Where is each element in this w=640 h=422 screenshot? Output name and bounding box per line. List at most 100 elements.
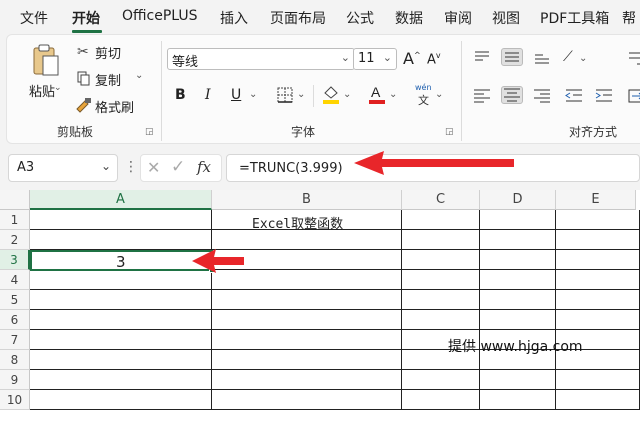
paste-dropdown-icon[interactable]: ⌄ [54,83,62,93]
menu-page-layout[interactable]: 页面布局 [270,8,326,28]
underline-dropdown-icon[interactable]: ⌄ [249,89,257,100]
cell-e10[interactable] [556,390,640,410]
align-top-button[interactable] [471,49,493,67]
clipboard-launcher-icon[interactable]: ◲ [145,127,154,137]
more-options-icon[interactable]: ⋮ [124,159,138,175]
cell-e1[interactable] [556,210,640,230]
column-header-a[interactable]: A [30,190,212,210]
fill-color-icon[interactable] [321,83,341,109]
align-center-button[interactable] [501,86,523,104]
cell-a8[interactable] [30,350,212,370]
insert-function-icon[interactable]: fx [197,158,211,176]
wrap-text-button[interactable] [627,49,640,67]
cell-a1[interactable] [30,210,212,230]
cancel-icon[interactable]: ✕ [147,158,160,177]
cell-a10[interactable] [30,390,212,410]
cell-c6[interactable] [402,310,480,330]
cell-e4[interactable] [556,270,640,290]
cell-c4[interactable] [402,270,480,290]
menu-insert[interactable]: 插入 [220,8,248,28]
menu-view[interactable]: 视图 [492,8,520,28]
row-header-5[interactable]: 5 [0,290,30,310]
cell-e6[interactable] [556,310,640,330]
cell-d1[interactable] [480,210,556,230]
column-header-d[interactable]: D [480,190,556,210]
row-header-6[interactable]: 6 [0,310,30,330]
phonetic-dropdown-icon[interactable]: ⌄ [435,89,443,100]
font-size-select[interactable]: 11 ⌄ [353,48,397,70]
cell-c3[interactable] [402,250,480,270]
worksheet-grid[interactable]: A B C D E 1 2 3 4 5 6 7 8 9 10 Excel取整函数 3 [0,190,640,422]
cell-b8[interactable] [212,350,402,370]
italic-button[interactable]: I [205,87,211,103]
menu-data[interactable]: 数据 [395,8,423,28]
cell-c1[interactable] [402,210,480,230]
row-header-1[interactable]: 1 [0,210,30,230]
copy-icon[interactable] [77,71,91,91]
column-header-c[interactable]: C [402,190,480,210]
select-all-corner[interactable] [0,190,30,210]
orientation-dropdown-icon[interactable]: ⌄ [579,53,587,64]
format-painter-icon[interactable] [75,97,93,117]
borders-icon[interactable] [277,87,293,107]
cell-b9[interactable] [212,370,402,390]
font-name-select[interactable]: 等线 ⌄ [167,48,355,70]
menu-home[interactable]: 开始 [72,8,100,28]
increase-indent-button[interactable] [593,87,615,105]
cell-a5[interactable] [30,290,212,310]
cut-button[interactable]: 剪切 [95,43,121,62]
cell-d3[interactable] [480,250,556,270]
row-header-2[interactable]: 2 [0,230,30,250]
cell-d5[interactable] [480,290,556,310]
font-launcher-icon[interactable]: ◲ [445,127,454,137]
cell-a6[interactable] [30,310,212,330]
cell-a7[interactable] [30,330,212,350]
column-header-e[interactable]: E [556,190,636,210]
menu-file[interactable]: 文件 [20,8,48,28]
cut-icon[interactable]: ✂ [77,44,89,60]
cell-b6[interactable] [212,310,402,330]
row-header-10[interactable]: 10 [0,390,30,410]
row-header-9[interactable]: 9 [0,370,30,390]
decrease-indent-button[interactable] [563,87,585,105]
cell-a4[interactable] [30,270,212,290]
cell-c2[interactable] [402,230,480,250]
cell-d10[interactable] [480,390,556,410]
underline-button[interactable]: U [231,87,241,103]
menu-help[interactable]: 帮 [622,8,636,28]
shrink-font-button[interactable]: Av [427,51,441,67]
bold-button[interactable]: B [175,87,186,103]
copy-dropdown-icon[interactable]: ⌄ [135,70,143,81]
align-right-button[interactable] [531,87,553,105]
copy-button[interactable]: 复制 [95,70,121,89]
align-middle-button[interactable] [501,48,523,66]
font-color-icon[interactable]: A [367,83,387,109]
format-painter-button[interactable]: 格式刷 [95,97,134,116]
cell-e9[interactable] [556,370,640,390]
name-box[interactable]: A3 ⌄ [8,154,118,182]
row-header-8[interactable]: 8 [0,350,30,370]
cell-b5[interactable] [212,290,402,310]
cell-a2[interactable] [30,230,212,250]
confirm-icon[interactable]: ✓ [171,157,185,177]
cell-c10[interactable] [402,390,480,410]
menu-pdf-toolbox[interactable]: PDF工具箱 [540,8,609,28]
paste-button[interactable]: 粘贴 [29,81,55,100]
menu-officeplus[interactable]: OfficePLUS [122,8,198,24]
align-bottom-button[interactable] [531,49,553,67]
cell-b7[interactable] [212,330,402,350]
cell-e3[interactable] [556,250,640,270]
grow-font-button[interactable]: A^ [403,49,421,68]
cell-e2[interactable] [556,230,640,250]
cell-d2[interactable] [480,230,556,250]
phonetic-guide-button[interactable]: 文 [418,92,429,108]
align-left-button[interactable] [471,87,493,105]
paste-icon[interactable] [31,43,61,81]
menu-review[interactable]: 审阅 [444,8,472,28]
row-header-3[interactable]: 3 [0,250,30,270]
menu-formulas[interactable]: 公式 [346,8,374,28]
cell-a9[interactable] [30,370,212,390]
fill-color-dropdown-icon[interactable]: ⌄ [343,89,351,100]
merge-center-button[interactable] [627,87,640,105]
column-header-b[interactable]: B [212,190,402,210]
